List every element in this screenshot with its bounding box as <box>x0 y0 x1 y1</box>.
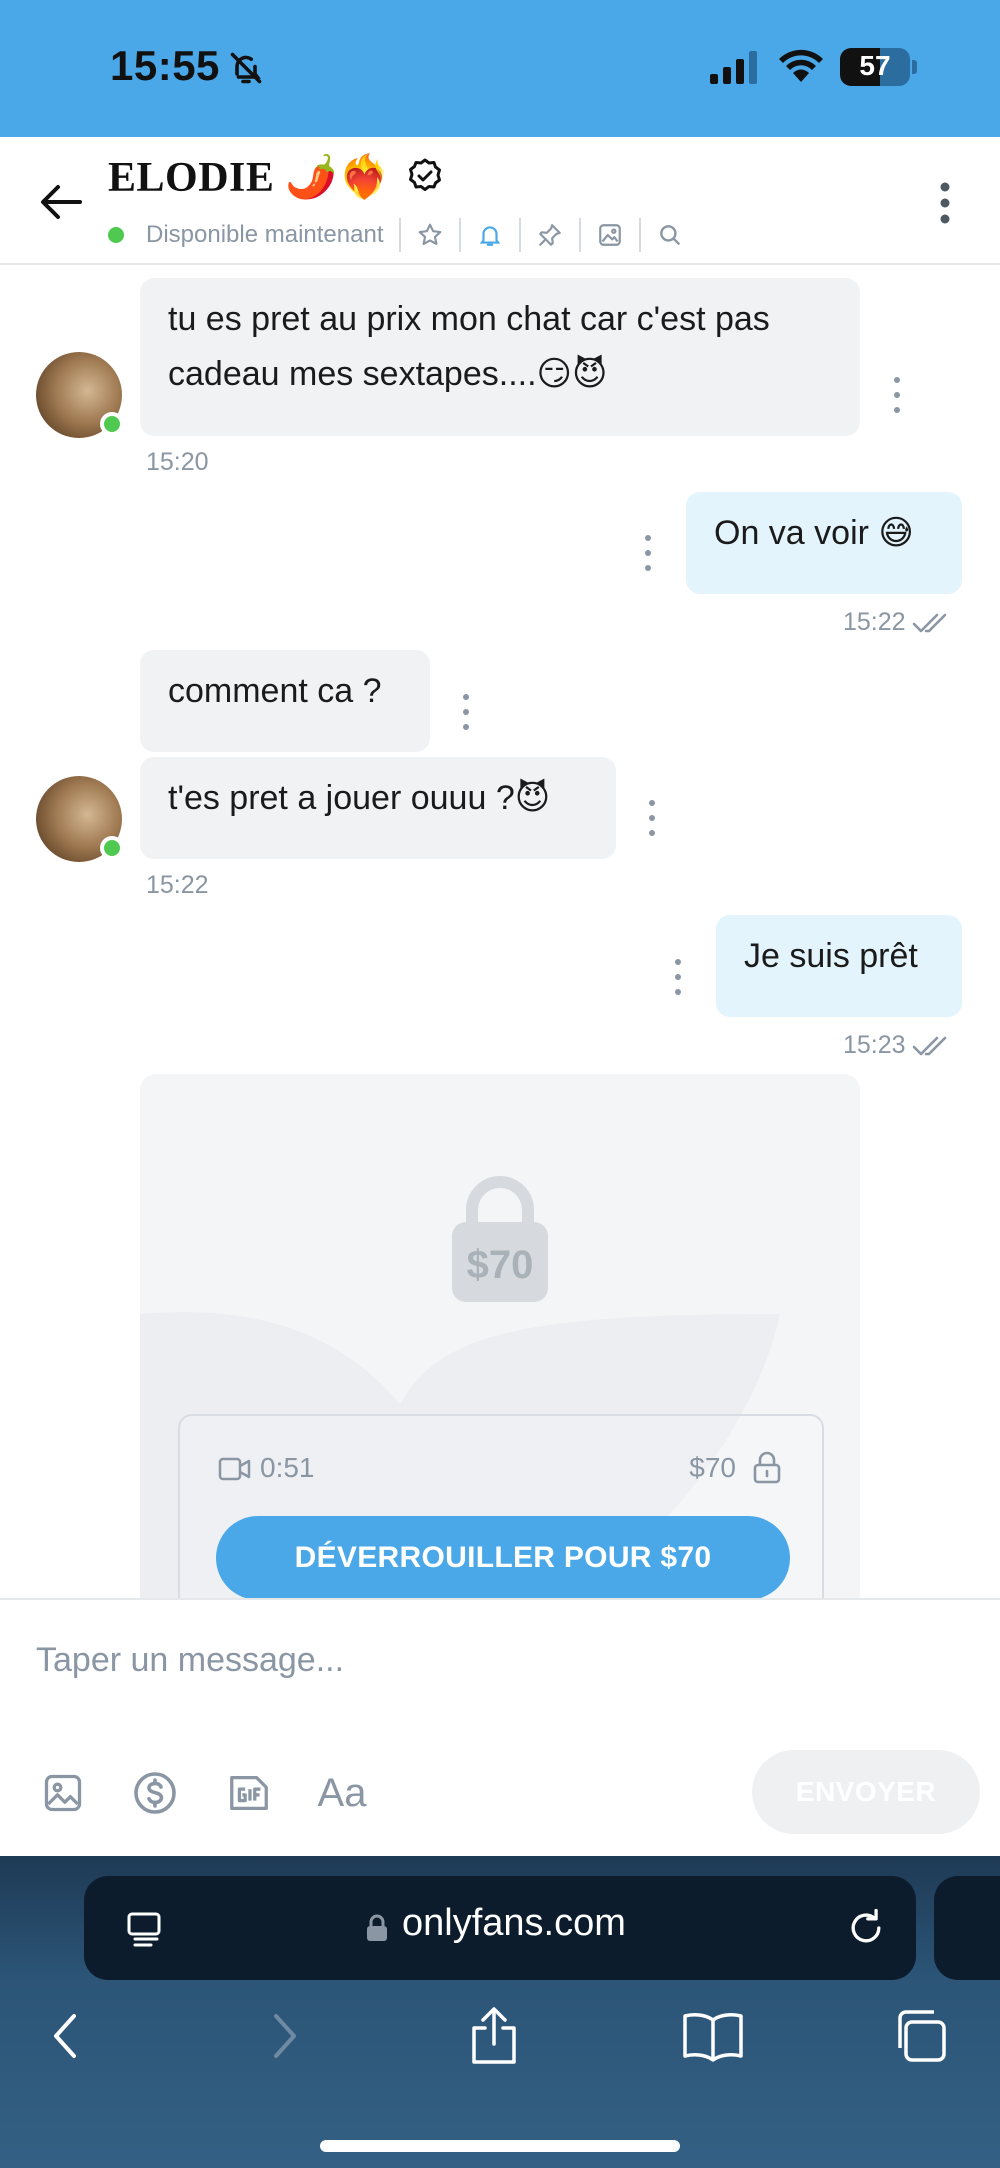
video-camera-icon <box>218 1456 252 1487</box>
battery-tip <box>912 60 917 74</box>
divider <box>459 218 462 252</box>
battery-level: 57 <box>859 50 891 81</box>
divider <box>579 218 582 252</box>
tabs-icon[interactable] <box>890 2006 950 2066</box>
avatar[interactable] <box>36 776 124 862</box>
message-bubble-incoming[interactable]: t'es pret a jouer ouuu ?😈 <box>140 757 616 859</box>
message-bubble-incoming[interactable]: tu es pret au prix mon chat car c'est pa… <box>140 278 860 436</box>
message-bubble-outgoing[interactable]: Je suis prêt <box>716 915 962 1017</box>
message-composer: Aa ENVOYER <box>0 1598 1000 1856</box>
battery-icon: 57 <box>840 48 910 86</box>
lock-icon <box>752 1450 782 1489</box>
page-menu-icon[interactable] <box>124 1910 164 1955</box>
wifi-icon <box>778 48 824 89</box>
more-options-button[interactable] <box>930 181 960 225</box>
share-icon[interactable] <box>464 2006 524 2066</box>
read-receipt-icon <box>912 1036 947 1056</box>
message-options-icon[interactable] <box>460 694 472 730</box>
video-duration: 0:51 <box>260 1452 315 1483</box>
message-options-icon[interactable] <box>646 800 658 836</box>
bell-slash-icon <box>228 50 264 91</box>
lock-price-label: $70 <box>467 1243 534 1287</box>
image-attach-icon[interactable] <box>38 1768 88 1818</box>
locked-media-card[interactable]: $70 0:51 $70 DÉVERROUILLER POUR $70 <box>140 1074 860 1600</box>
online-indicator <box>100 836 124 860</box>
avatar[interactable] <box>36 352 124 438</box>
message-bubble-outgoing[interactable]: On va voir 😅 <box>686 492 962 594</box>
message-timestamp: 15:22 <box>146 871 209 899</box>
media-info-panel: 0:51 $70 DÉVERROUILLER POUR $70 <box>178 1414 824 1600</box>
next-tab-peek[interactable] <box>934 1876 1000 1980</box>
lock-icon <box>366 1914 388 1947</box>
text-format-label: Aa <box>317 1770 367 1815</box>
address-bar[interactable]: onlyfans.com <box>84 1876 916 1980</box>
lock-price-badge: $70 <box>448 1174 552 1309</box>
divider <box>399 218 402 252</box>
message-input[interactable] <box>36 1630 936 1690</box>
message-timestamp: 15:20 <box>146 448 209 476</box>
message-options-icon[interactable] <box>891 377 903 413</box>
home-indicator[interactable] <box>320 2140 680 2152</box>
reload-icon[interactable] <box>844 1906 888 1955</box>
online-indicator <box>100 412 124 436</box>
divider <box>519 218 522 252</box>
divider <box>639 218 642 252</box>
send-button[interactable]: ENVOYER <box>752 1750 980 1834</box>
star-icon[interactable] <box>417 222 443 248</box>
back-button[interactable] <box>36 177 86 227</box>
cellular-signal-icon <box>708 50 760 91</box>
browser-toolbar: onlyfans.com <box>0 1856 1000 2168</box>
message-list[interactable]: tu es pret au prix mon chat car c'est pa… <box>0 267 1000 1600</box>
message-options-icon[interactable] <box>672 959 684 995</box>
chat-header: ELODIE 🌶️❤️‍🔥 Disponible maintenant <box>0 137 1000 265</box>
browser-back-icon[interactable] <box>36 2006 96 2066</box>
header-status-row: Disponible maintenant <box>108 215 683 255</box>
message-bubble-incoming[interactable]: comment ca ? <box>140 650 430 752</box>
url-text: onlyfans.com <box>402 1902 626 1944</box>
status-time: 15:55 <box>110 42 220 89</box>
media-price: $70 <box>689 1452 736 1483</box>
availability-status: Disponible maintenant <box>146 221 384 248</box>
dollar-price-icon[interactable] <box>130 1768 180 1818</box>
search-icon[interactable] <box>657 222 683 248</box>
message-options-icon[interactable] <box>642 535 654 571</box>
message-timestamp: 15:22 <box>843 608 906 636</box>
bookmarks-icon[interactable] <box>678 2006 748 2066</box>
message-timestamp: 15:23 <box>843 1031 906 1059</box>
gif-icon[interactable] <box>224 1768 274 1818</box>
image-gallery-icon[interactable] <box>597 222 623 248</box>
bell-icon[interactable] <box>477 222 503 248</box>
verified-icon <box>406 157 444 200</box>
online-indicator <box>108 227 124 243</box>
pin-icon[interactable] <box>537 222 563 248</box>
browser-forward-icon[interactable] <box>254 2006 314 2066</box>
read-receipt-icon <box>912 613 947 633</box>
status-bar: 15:55 57 <box>0 0 1000 137</box>
unlock-button[interactable]: DÉVERROUILLER POUR $70 <box>216 1516 790 1600</box>
contact-name[interactable]: ELODIE 🌶️❤️‍🔥 <box>108 153 391 202</box>
text-format-icon[interactable]: Aa <box>314 1768 370 1818</box>
